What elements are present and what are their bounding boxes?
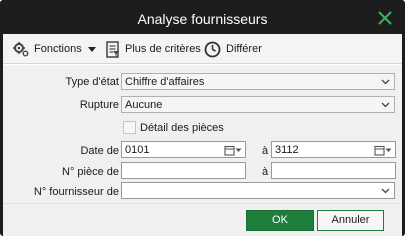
close-button[interactable] xyxy=(374,7,396,29)
defer-button[interactable]: Différer xyxy=(204,39,262,59)
caret-down-icon xyxy=(385,148,392,152)
date-to-picker[interactable] xyxy=(374,144,392,156)
rupture-label: Rupture xyxy=(79,99,119,111)
detail-pieces-checkbox[interactable] xyxy=(123,121,136,134)
functions-menu-button[interactable]: Fonctions xyxy=(13,39,98,59)
type-etat-select[interactable]: Chiffre d'affaires xyxy=(121,73,395,90)
piece-to-field[interactable] xyxy=(271,162,396,179)
filter-document-icon xyxy=(106,40,119,58)
more-criteria-button[interactable]: Plus de critères xyxy=(106,39,201,59)
fournisseur-label: N° fournisseur de xyxy=(33,186,119,198)
chevron-down-icon xyxy=(381,102,390,108)
type-etat-value: Chiffre d'affaires xyxy=(125,76,205,88)
caret-down-icon xyxy=(87,47,96,52)
more-criteria-label: Plus de critères xyxy=(125,43,201,55)
cancel-button[interactable]: Annuler xyxy=(317,210,384,231)
toolbar: Fonctions Plus de critères Différer xyxy=(3,34,402,64)
close-icon xyxy=(378,11,392,25)
gear-icon xyxy=(13,42,29,57)
window-title: Analyse fournisseurs xyxy=(137,11,268,27)
rupture-select[interactable]: Aucune xyxy=(121,96,395,113)
date-from-field[interactable]: 0101 xyxy=(121,141,246,158)
caret-down-icon xyxy=(235,148,242,152)
piece-from-field[interactable] xyxy=(121,162,246,179)
date-from-value: 0101 xyxy=(125,144,150,156)
piece-label: N° pièce de xyxy=(62,166,119,178)
date-label: Date de xyxy=(80,145,119,157)
chevron-down-icon xyxy=(381,79,390,85)
date-to-label: à xyxy=(262,145,269,157)
chevron-down-icon xyxy=(381,188,390,194)
ok-button[interactable]: OK xyxy=(246,210,314,231)
date-to-value: 3112 xyxy=(275,144,299,156)
piece-to-label: à xyxy=(262,166,269,178)
title-bar: Analyse fournisseurs xyxy=(3,3,402,34)
functions-label: Fonctions xyxy=(34,43,82,55)
defer-label: Différer xyxy=(226,43,262,55)
date-from-picker[interactable] xyxy=(224,144,242,156)
calendar-icon xyxy=(224,145,235,156)
calendar-icon xyxy=(374,145,385,156)
detail-pieces-label: Détail des pièces xyxy=(140,122,224,134)
clock-icon xyxy=(204,41,221,57)
fournisseur-select[interactable] xyxy=(121,182,395,199)
type-etat-label: Type d'état xyxy=(65,76,119,88)
rupture-value: Aucune xyxy=(125,99,163,111)
button-bar: OK Annuler xyxy=(3,203,402,236)
dialog-window: Analyse fournisseurs Fonctions Plus de c… xyxy=(0,0,405,236)
date-to-field[interactable]: 3112 xyxy=(271,141,396,158)
criteria-form: Type d'état Chiffre d'affaires Rupture A… xyxy=(3,65,402,203)
